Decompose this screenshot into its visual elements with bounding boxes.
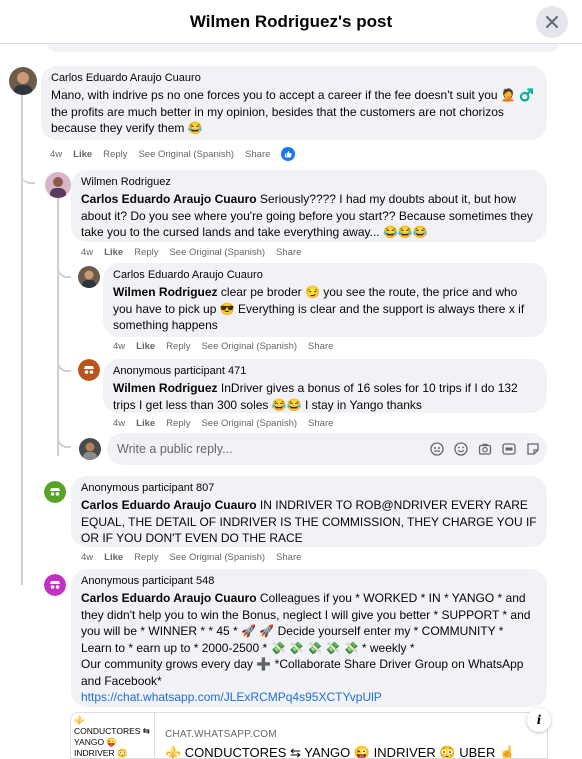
see-original-button[interactable]: See Original (Spanish)	[201, 341, 297, 352]
mention[interactable]: Wilmen Rodriguez	[113, 381, 218, 395]
comment-author[interactable]: Anonymous participant 807	[81, 482, 537, 495]
anonymous-avatar[interactable]	[44, 481, 66, 503]
like-button[interactable]: Like	[73, 149, 92, 160]
comment-author[interactable]: Anonymous participant 471	[113, 365, 537, 378]
reply-button[interactable]: Reply	[134, 247, 158, 258]
thread-connector	[21, 170, 35, 184]
comment-author[interactable]: Anonymous participant 548	[81, 575, 537, 588]
info-icon: i	[536, 713, 542, 727]
comment-text: Wilmen Rodriguez clear pe broder 😏 you s…	[113, 285, 525, 332]
timestamp[interactable]: 4w	[50, 149, 62, 160]
comment-text: Carlos Eduardo Araujo Cuauro Colleagues …	[81, 591, 531, 655]
share-button[interactable]: Share	[308, 341, 333, 352]
mention[interactable]: Carlos Eduardo Araujo Cuauro	[81, 192, 257, 206]
see-original-button[interactable]: See Original (Spanish)	[138, 149, 234, 160]
share-button[interactable]: Share	[245, 149, 270, 160]
like-button[interactable]: Like	[104, 552, 123, 563]
comment-actions: 4w Like Reply See Original (Spanish) Sha…	[113, 418, 333, 429]
reply-composer	[107, 433, 547, 465]
reply-button[interactable]: Reply	[134, 552, 158, 563]
composer-tools	[429, 441, 541, 457]
avatar[interactable]	[78, 266, 100, 288]
link-preview-domain: CHAT.WHATSAPP.COM	[165, 729, 277, 740]
mention[interactable]: Carlos Eduardo Araujo Cuauro	[81, 498, 257, 512]
comment-author[interactable]: Carlos Eduardo Araujo Cuauro	[113, 269, 537, 282]
comment-bubble: Anonymous participant 471 Wilmen Rodrigu…	[103, 359, 547, 413]
emoji-icon[interactable]	[453, 441, 469, 457]
comment-bubble: Carlos Eduardo Araujo Cuauro Mano, with …	[41, 66, 547, 140]
comment-actions: 4w Like Reply See Original (Spanish) Sha…	[113, 341, 333, 352]
see-original-button[interactable]: See Original (Spanish)	[169, 247, 265, 258]
like-icon	[285, 151, 293, 158]
see-original-button[interactable]: See Original (Spanish)	[201, 418, 297, 429]
thread-connector	[57, 356, 71, 372]
share-button[interactable]: Share	[276, 552, 301, 563]
link-preview-card[interactable]: ⚜️ CONDUCTORES ⇆ YANGO 😜 INDRIVER 😳 UBER…	[70, 712, 548, 759]
reply-button[interactable]: Reply	[166, 341, 190, 352]
avatar[interactable]	[45, 172, 71, 198]
timestamp[interactable]: 4w	[113, 341, 125, 352]
comment-author[interactable]: Carlos Eduardo Araujo Cuauro	[51, 72, 537, 85]
thread-line	[21, 95, 23, 585]
see-original-button[interactable]: See Original (Spanish)	[169, 552, 265, 563]
thread-connector	[57, 432, 71, 448]
comment-actions: 4w Like Reply See Original (Spanish) Sha…	[81, 247, 301, 258]
comment-author[interactable]: Wilmen Rodriguez	[81, 176, 537, 189]
share-button[interactable]: Share	[276, 247, 301, 258]
reply-input[interactable]	[117, 433, 437, 465]
gif-icon[interactable]	[501, 441, 517, 457]
comment-bubble: Carlos Eduardo Araujo Cuauro Wilmen Rodr…	[103, 263, 547, 337]
share-button[interactable]: Share	[308, 418, 333, 429]
comment-actions: 4w Like Reply See Original (Spanish) Sha…	[81, 552, 301, 563]
comment-bubble: Anonymous participant 807 Carlos Eduardo…	[71, 476, 547, 547]
anonymous-avatar[interactable]	[44, 574, 66, 596]
link-preview-title[interactable]: ⚜️ CONDUCTORES ⇆ YANGO 😜 INDRIVER 😳 UBER…	[165, 745, 515, 758]
like-button[interactable]: Like	[104, 247, 123, 258]
close-icon	[546, 16, 558, 28]
close-button[interactable]	[536, 6, 568, 38]
comment-text: Carlos Eduardo Araujo Cuauro Seriously??…	[81, 192, 533, 239]
reply-button[interactable]: Reply	[103, 149, 127, 160]
comment-text: Carlos Eduardo Araujo Cuauro IN INDRIVER…	[81, 498, 537, 545]
camera-icon[interactable]	[477, 441, 493, 457]
comment-text: Mano, with indrive ps no one forces you …	[51, 88, 535, 135]
thread-connector	[57, 262, 71, 278]
link-preview-thumbnail[interactable]: ⚜️ CONDUCTORES ⇆ YANGO 😜 INDRIVER 😳 UBER	[71, 713, 155, 758]
whatsapp-link[interactable]: https://chat.whatsapp.com/JLExRCMPq4s95X…	[81, 689, 537, 706]
info-button[interactable]: i	[527, 708, 551, 732]
timestamp[interactable]: 4w	[81, 552, 93, 563]
comment-bubble: Anonymous participant 548 Carlos Eduardo…	[71, 569, 547, 707]
current-user-avatar	[79, 438, 101, 460]
anonymous-avatar[interactable]	[78, 359, 100, 381]
like-button[interactable]: Like	[136, 418, 155, 429]
thread-line	[57, 196, 59, 456]
like-button[interactable]: Like	[136, 341, 155, 352]
avatar-sticker-icon[interactable]	[429, 441, 445, 457]
reply-button[interactable]: Reply	[166, 418, 190, 429]
dialog-header: Wilmen Rodriguez's post	[0, 0, 582, 44]
previous-comment-fragment	[48, 44, 558, 52]
mention[interactable]: Wilmen Rodriguez	[113, 285, 218, 299]
like-reaction-badge[interactable]	[281, 147, 296, 161]
comment-actions: 4w Like Reply See Original (Spanish) Sha…	[50, 147, 296, 161]
sticker-icon[interactable]	[525, 441, 541, 457]
timestamp[interactable]: 4w	[113, 418, 125, 429]
comment-bubble: Wilmen Rodriguez Carlos Eduardo Araujo C…	[71, 170, 547, 242]
comment-text: Wilmen Rodriguez InDriver gives a bonus …	[113, 381, 518, 412]
post-title: Wilmen Rodriguez's post	[189, 12, 393, 31]
avatar[interactable]	[9, 67, 37, 95]
comment-text-continued: Our community grows every day ➕ *Collabo…	[81, 657, 524, 688]
mention[interactable]: Carlos Eduardo Araujo Cuauro	[81, 591, 257, 605]
timestamp[interactable]: 4w	[81, 247, 93, 258]
